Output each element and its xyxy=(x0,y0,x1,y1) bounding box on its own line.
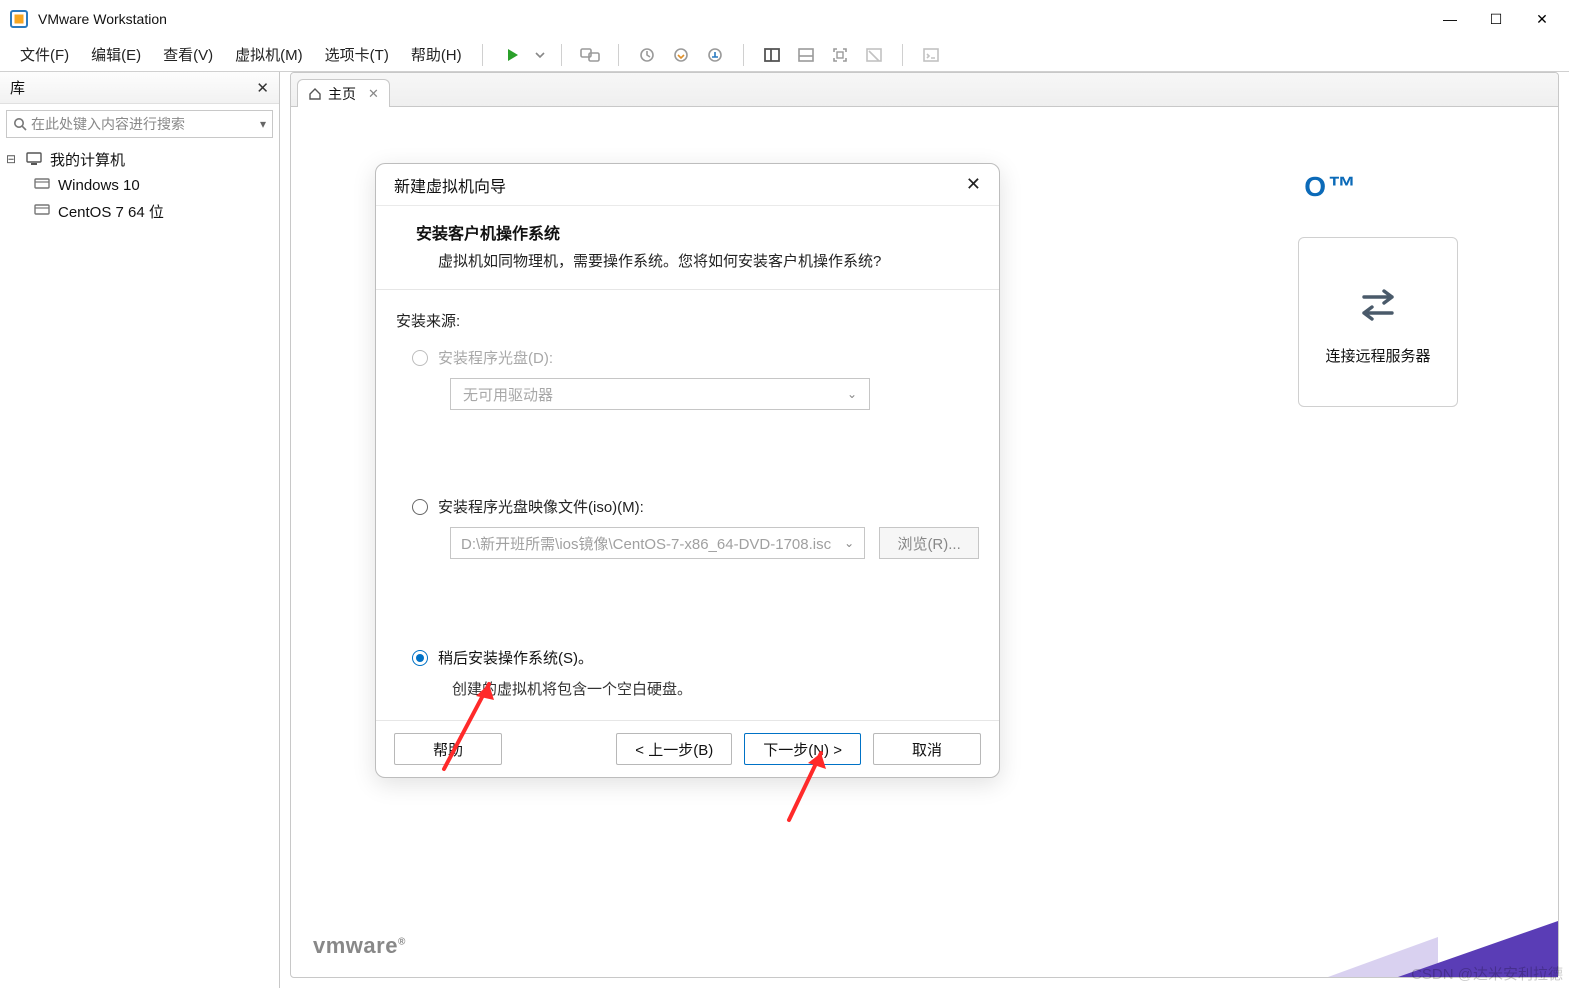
window-minimize-button[interactable]: — xyxy=(1427,4,1473,34)
toolbar-separator xyxy=(482,44,483,66)
iso-path-value: D:\新开班所需\ios镜像\CentOS-7-x86_64-DVD-1708.… xyxy=(461,533,831,554)
unity-icon[interactable] xyxy=(860,41,888,69)
dialog-header-subtitle: 虚拟机如同物理机，需要操作系统。您将如何安装客户机操作系统? xyxy=(416,250,959,271)
radio-install-iso[interactable]: 安装程序光盘映像文件(iso)(M): xyxy=(412,496,979,517)
main-panel: 主页 ✕ O™ 连接远程服务器 vmware® xyxy=(290,72,1559,978)
layout-1-icon[interactable] xyxy=(758,41,786,69)
window-close-button[interactable]: ✕ xyxy=(1519,4,1565,34)
browse-button[interactable]: 浏览(R)... xyxy=(879,527,979,559)
disc-drive-combo[interactable]: 无可用驱动器 ⌄ xyxy=(450,378,870,410)
watermark: CSDN @达米安利拉德 xyxy=(1411,963,1563,984)
menu-help[interactable]: 帮助(H) xyxy=(401,38,472,71)
menu-view[interactable]: 查看(V) xyxy=(153,38,223,71)
help-button[interactable]: 帮助 xyxy=(394,733,502,765)
search-icon xyxy=(13,117,27,131)
dialog-header-title: 安装客户机操作系统 xyxy=(416,220,959,244)
sidebar-title: 库 xyxy=(10,77,25,98)
quick-connect-label: 连接远程服务器 xyxy=(1325,345,1430,366)
back-button[interactable]: < 上一步(B) xyxy=(616,733,732,765)
chevron-down-icon: ⌄ xyxy=(847,387,857,401)
vm-icon xyxy=(34,178,52,192)
search-placeholder: 在此处键入内容进行搜索 xyxy=(31,114,260,134)
app-title: VMware Workstation xyxy=(38,11,167,27)
tab-home[interactable]: 主页 ✕ xyxy=(297,79,390,107)
console-icon[interactable] xyxy=(917,41,945,69)
iso-path-field[interactable]: D:\新开班所需\ios镜像\CentOS-7-x86_64-DVD-1708.… xyxy=(450,527,865,559)
pro-brand-fragment: O™ xyxy=(1304,171,1358,203)
radio-label: 稍后安装操作系统(S)。 xyxy=(438,647,593,668)
tree-item-windows10[interactable]: Windows 10 xyxy=(6,172,273,198)
tree-root-label: 我的计算机 xyxy=(50,149,125,170)
combo-value: 无可用驱动器 xyxy=(463,384,553,405)
snapshot-take-icon[interactable] xyxy=(633,41,661,69)
menu-vm[interactable]: 虚拟机(M) xyxy=(225,38,313,71)
dialog-close-button[interactable]: ✕ xyxy=(966,174,981,195)
tab-label: 主页 xyxy=(328,84,356,104)
new-vm-wizard-dialog: 新建虚拟机向导 ✕ 安装客户机操作系统 虚拟机如同物理机，需要操作系统。您将如何… xyxy=(375,163,1000,778)
cancel-button[interactable]: 取消 xyxy=(873,733,981,765)
home-icon xyxy=(308,87,322,101)
window-maximize-button[interactable]: ☐ xyxy=(1473,4,1519,34)
next-button[interactable]: 下一步(N) > xyxy=(744,733,861,765)
tree-item-label: Windows 10 xyxy=(58,177,140,194)
app-icon xyxy=(8,8,30,30)
library-search-input[interactable]: 在此处键入内容进行搜索 ▾ xyxy=(6,110,273,138)
radio-install-later[interactable]: 稍后安装操作系统(S)。 xyxy=(412,647,979,668)
computer-icon xyxy=(26,152,44,166)
tree-item-centos7[interactable]: CentOS 7 64 位 xyxy=(6,198,273,224)
sidebar-close-button[interactable]: ✕ xyxy=(256,79,269,97)
tree-item-label: CentOS 7 64 位 xyxy=(58,201,164,222)
tree-root-my-computer[interactable]: ⊟ 我的计算机 xyxy=(6,146,273,172)
radio-icon xyxy=(412,499,428,515)
radio-label: 安装程序光盘(D): xyxy=(438,347,553,368)
tree-collapse-icon[interactable]: ⊟ xyxy=(6,152,20,166)
snapshot-revert-icon[interactable] xyxy=(667,41,695,69)
tab-close-button[interactable]: ✕ xyxy=(368,86,379,102)
menu-file[interactable]: 文件(F) xyxy=(10,38,79,71)
install-later-hint: 创建的虚拟机将包含一个空白硬盘。 xyxy=(412,678,979,699)
radio-label: 安装程序光盘映像文件(iso)(M): xyxy=(438,496,644,517)
dialog-title: 新建虚拟机向导 xyxy=(394,173,506,197)
menu-tabs[interactable]: 选项卡(T) xyxy=(315,38,399,71)
chevron-down-icon: ⌄ xyxy=(844,536,854,550)
library-sidebar: 库 ✕ 在此处键入内容进行搜索 ▾ ⊟ 我的计算机 xyxy=(0,72,280,988)
radio-icon xyxy=(412,350,428,366)
search-dropdown-icon[interactable]: ▾ xyxy=(260,117,266,131)
vm-icon xyxy=(34,204,52,218)
snapshot-manage-icon[interactable] xyxy=(701,41,729,69)
radio-install-disc[interactable]: 安装程序光盘(D): xyxy=(412,347,979,368)
layout-2-icon[interactable] xyxy=(792,41,820,69)
power-on-icon[interactable] xyxy=(499,41,527,69)
send-devices-icon[interactable] xyxy=(576,41,604,69)
install-source-label: 安装来源: xyxy=(396,310,979,331)
vmware-logo: vmware® xyxy=(313,933,406,959)
quick-connect-card[interactable]: 连接远程服务器 xyxy=(1298,237,1458,407)
radio-icon xyxy=(412,650,428,666)
connect-remote-icon xyxy=(1352,279,1404,331)
fullscreen-icon[interactable] xyxy=(826,41,854,69)
power-dropdown-icon[interactable] xyxy=(533,41,547,69)
menu-edit[interactable]: 编辑(E) xyxy=(81,38,151,71)
